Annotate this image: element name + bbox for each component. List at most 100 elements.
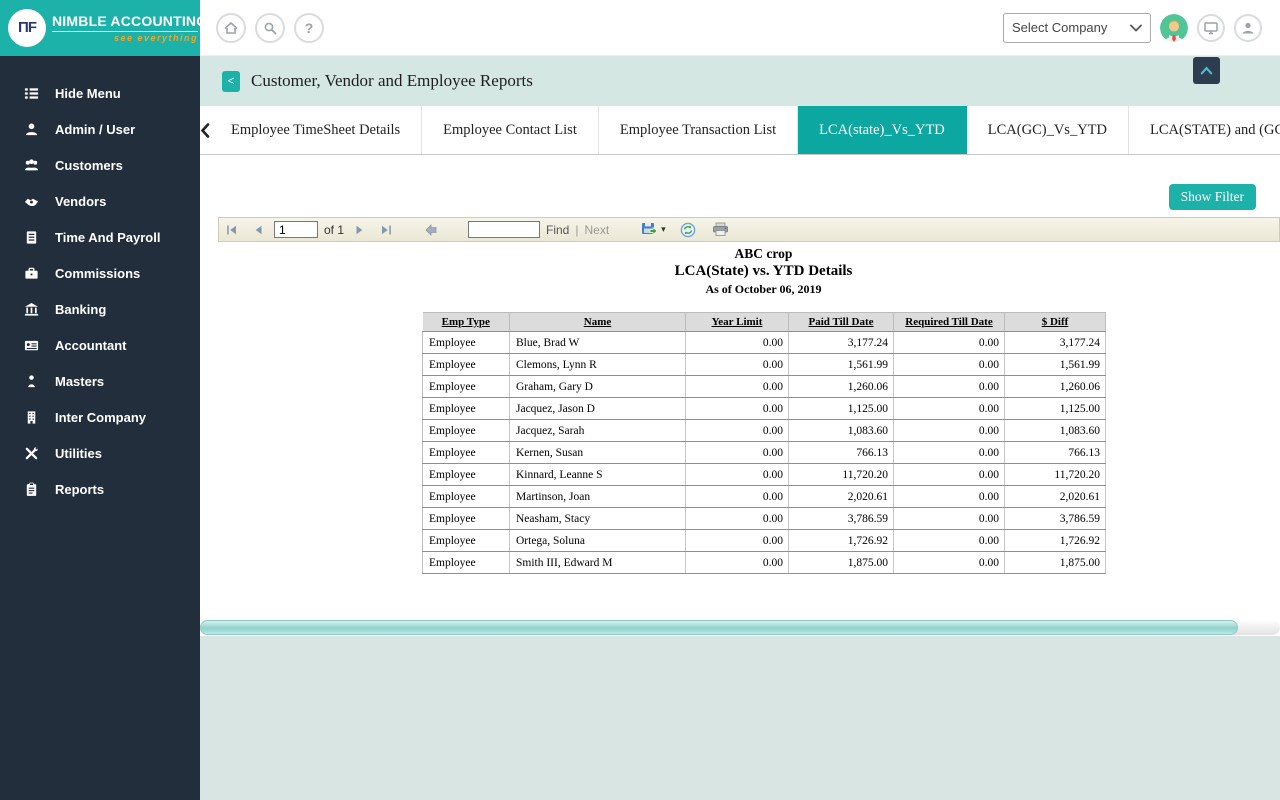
- sidebar-item[interactable]: Banking: [0, 291, 200, 327]
- user-icon: [24, 122, 39, 137]
- report-toolbar: of 1 Find | Next ▾: [218, 217, 1280, 242]
- cell-paid-till-date: 11,720.20: [788, 463, 894, 486]
- sidebar-item[interactable]: Utilities: [0, 435, 200, 471]
- page-number-input[interactable]: [274, 221, 318, 238]
- table-row: Employee Smith III, Edward M 0.00 1,875.…: [422, 551, 1106, 574]
- sidebar-item[interactable]: Time And Payroll: [0, 219, 200, 255]
- sidebar-item[interactable]: Vendors: [0, 183, 200, 219]
- company-select-value: Select Company: [1012, 20, 1108, 35]
- first-page-button[interactable]: [224, 223, 240, 237]
- cell-name: Blue, Brad W: [509, 331, 686, 354]
- next-page-icon: [354, 224, 366, 236]
- refresh-button[interactable]: [678, 221, 698, 239]
- parent-report-button[interactable]: [422, 223, 440, 237]
- monitor-icon: [1204, 21, 1218, 35]
- avatar-icon: [1160, 14, 1188, 42]
- report-tab[interactable]: Employee Transaction List: [598, 106, 799, 154]
- cell-required-till-date: 0.00: [893, 331, 1005, 354]
- cell-name: Jacquez, Sarah: [509, 419, 686, 442]
- report-tab[interactable]: Employee Contact List: [422, 106, 599, 154]
- top-bar: ΠF NIMBLE ACCOUNTING see everything ? Se…: [0, 0, 1280, 56]
- cell-name: Martinson, Joan: [509, 485, 686, 508]
- horizontal-scrollbar-track[interactable]: [200, 620, 1280, 635]
- sidebar-item[interactable]: Hide Menu: [0, 75, 200, 111]
- back-arrow-icon: [424, 224, 438, 236]
- sidebar-item[interactable]: Inter Company: [0, 399, 200, 435]
- chevron-up-icon: [1200, 66, 1213, 75]
- find-next-link[interactable]: Next: [584, 223, 609, 237]
- cell-emp-type: Employee: [422, 353, 510, 376]
- cell-diff: 2,020.61: [1004, 485, 1106, 508]
- sidebar-item[interactable]: Commissions: [0, 255, 200, 291]
- report-as-of-date: As of October 06, 2019: [705, 282, 822, 296]
- export-button[interactable]: [639, 221, 659, 238]
- next-page-button[interactable]: [352, 223, 368, 237]
- report-tab[interactable]: LCA(GC)_Vs_YTD: [966, 106, 1129, 154]
- back-button[interactable]: <: [222, 70, 240, 92]
- print-button[interactable]: [710, 221, 731, 238]
- brand-tagline: see everything: [52, 30, 198, 43]
- cell-emp-type: Employee: [422, 463, 510, 486]
- prev-page-button[interactable]: [250, 223, 266, 237]
- sidebar: Hide Menu Admin / User Customers Vendors…: [0, 56, 200, 800]
- report-table: Emp Type Name Year Limit Paid Till Date Requ…: [422, 312, 1106, 574]
- report-tab[interactable]: LCA(state)_Vs_YTD: [798, 106, 967, 154]
- cell-year-limit: 0.00: [685, 463, 789, 486]
- search-button[interactable]: [255, 12, 285, 43]
- cell-name: Clemons, Lynn R: [509, 353, 686, 376]
- report-company-name: ABC crop: [734, 246, 793, 261]
- sidebar-item[interactable]: Accountant: [0, 327, 200, 363]
- horizontal-scrollbar-thumb[interactable]: [200, 620, 1238, 635]
- find-text-input[interactable]: [468, 221, 541, 238]
- account-button[interactable]: [1234, 13, 1262, 42]
- list-icon: [24, 86, 39, 101]
- show-filter-button[interactable]: Show Filter: [1168, 184, 1256, 210]
- table-row: Employee Jacquez, Jason D 0.00 1,125.00 …: [422, 397, 1106, 420]
- cell-required-till-date: 0.00: [893, 463, 1005, 486]
- table-row: Employee Clemons, Lynn R 0.00 1,561.99 0…: [422, 353, 1106, 376]
- report-tab[interactable]: Employee TimeSheet Details: [210, 106, 423, 154]
- chevron-down-icon: [1130, 24, 1142, 32]
- sidebar-item[interactable]: Admin / User: [0, 111, 200, 147]
- monitor-button[interactable]: [1197, 13, 1225, 42]
- sidebar-item[interactable]: Reports: [0, 471, 200, 507]
- scroll-top-button[interactable]: [1193, 57, 1220, 84]
- report-title: LCA(State) vs. YTD Details: [674, 263, 853, 279]
- user-avatar[interactable]: [1160, 14, 1188, 42]
- cell-paid-till-date: 1,726.92: [788, 529, 894, 552]
- cell-required-till-date: 0.00: [893, 529, 1005, 552]
- cell-emp-type: Employee: [422, 529, 510, 552]
- table-row: Employee Jacquez, Sarah 0.00 1,083.60 0.…: [422, 419, 1106, 442]
- sidebar-item-label: Masters: [55, 373, 105, 389]
- bottom-panel: [200, 636, 1280, 800]
- company-select[interactable]: Select Company: [1003, 12, 1151, 43]
- cell-name: Neasham, Stacy: [509, 507, 686, 530]
- home-button[interactable]: [216, 12, 246, 43]
- tools-icon: [24, 446, 39, 461]
- export-menu-caret[interactable]: ▾: [661, 224, 666, 235]
- prev-page-icon: [252, 224, 264, 236]
- help-button[interactable]: ?: [294, 12, 324, 43]
- sidebar-item-label: Reports: [55, 481, 105, 497]
- find-link[interactable]: Find: [546, 223, 569, 237]
- cell-year-limit: 0.00: [685, 507, 789, 530]
- sidebar-item[interactable]: Customers: [0, 147, 200, 183]
- report-body: ABC crop LCA(State) vs. YTD Details As o…: [422, 246, 1106, 574]
- cell-emp-type: Employee: [422, 375, 510, 398]
- last-page-button[interactable]: [378, 223, 394, 237]
- tabs-scroll-left-button[interactable]: [200, 106, 210, 154]
- sidebar-item[interactable]: Masters: [0, 363, 200, 399]
- find-next-divider: |: [575, 222, 579, 237]
- cell-emp-type: Employee: [422, 441, 510, 464]
- brand-logo[interactable]: ΠF NIMBLE ACCOUNTING see everything: [0, 0, 207, 56]
- users-icon: [24, 158, 39, 173]
- first-page-icon: [226, 224, 238, 236]
- cell-name: Smith III, Edward M: [509, 551, 686, 574]
- cell-name: Graham, Gary D: [509, 375, 686, 398]
- report-tab[interactable]: LCA(STATE) and (GC)_vs._YTD: [1129, 106, 1280, 154]
- cell-paid-till-date: 3,177.24: [788, 331, 894, 354]
- cell-diff: 1,260.06: [1004, 375, 1106, 398]
- cell-paid-till-date: 1,125.00: [788, 397, 894, 420]
- sidebar-item-label: Customers: [55, 157, 123, 173]
- breadcrumb: < Customer, Vendor and Employee Reports: [200, 56, 1280, 106]
